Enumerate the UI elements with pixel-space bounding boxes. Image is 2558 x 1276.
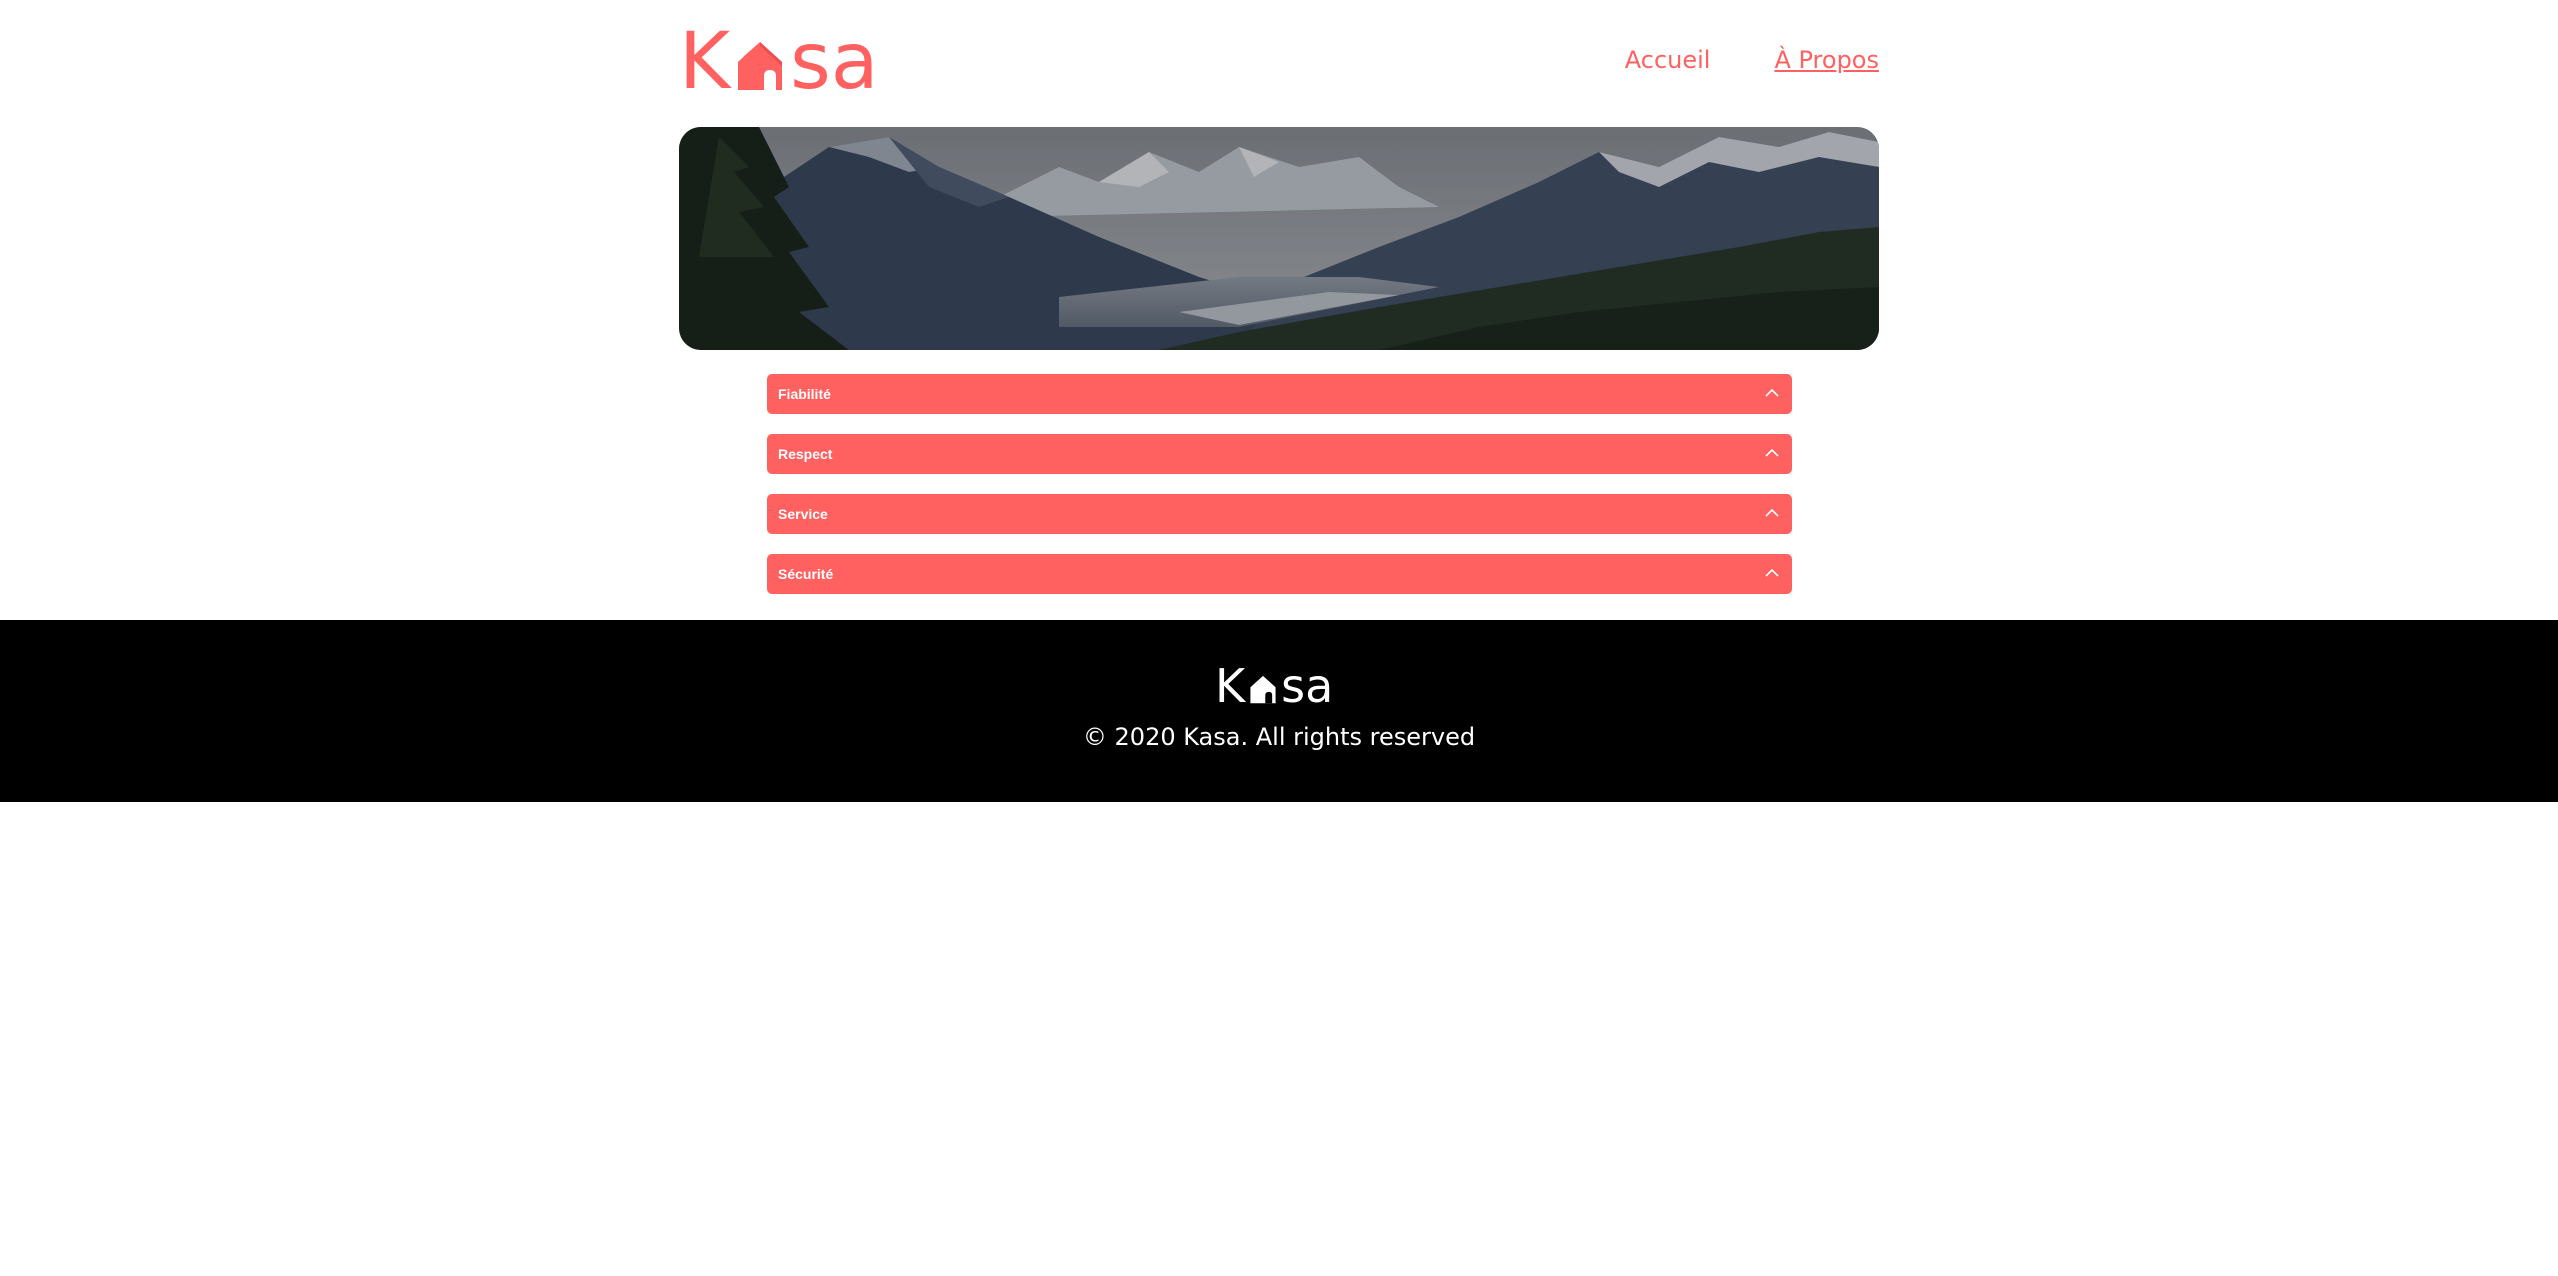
- page: K s a Accueil À Propos Fiabilité Respect…: [0, 0, 2558, 1276]
- collapse-title: Sécurité: [778, 566, 834, 582]
- kasa-logo[interactable]: K s a: [679, 17, 893, 107]
- house-icon: [738, 42, 783, 90]
- values-collapse-list: Fiabilité Respect Service Sécurité: [767, 374, 1792, 614]
- mountain-landscape-image: [679, 127, 1879, 350]
- logo-letter-k: K: [1215, 659, 1246, 713]
- nav-link-a-propos[interactable]: À Propos: [1774, 46, 1879, 74]
- collapse-fiabilite[interactable]: Fiabilité: [767, 374, 1792, 414]
- chevron-up-icon[interactable]: [1764, 507, 1780, 519]
- footer: K s a © 2020 Kasa. All rights reserved: [0, 620, 2558, 802]
- logo-letter-s: s: [1281, 659, 1306, 713]
- logo-letter-a: a: [1305, 659, 1334, 713]
- collapse-service[interactable]: Service: [767, 494, 1792, 534]
- collapse-respect[interactable]: Respect: [767, 434, 1792, 474]
- collapse-title: Fiabilité: [778, 386, 831, 402]
- header: K s a Accueil À Propos: [679, 0, 1879, 126]
- main-nav: Accueil À Propos: [1625, 46, 1879, 74]
- chevron-up-icon[interactable]: [1764, 387, 1780, 399]
- collapse-title: Respect: [778, 446, 833, 462]
- banner-image: [679, 127, 1879, 350]
- collapse-securite[interactable]: Sécurité: [767, 554, 1792, 594]
- footer-kasa-logo: K s a: [1215, 659, 1343, 713]
- logo-letter-k: K: [679, 17, 731, 107]
- chevron-up-icon[interactable]: [1764, 447, 1780, 459]
- logo-letter-a: a: [830, 17, 879, 107]
- footer-copyright: © 2020 Kasa. All rights reserved: [1082, 723, 1476, 751]
- logo-letter-s: s: [790, 17, 831, 107]
- collapse-title: Service: [778, 506, 828, 522]
- house-icon: [1250, 675, 1276, 704]
- nav-link-accueil[interactable]: Accueil: [1625, 46, 1711, 74]
- chevron-up-icon[interactable]: [1764, 567, 1780, 579]
